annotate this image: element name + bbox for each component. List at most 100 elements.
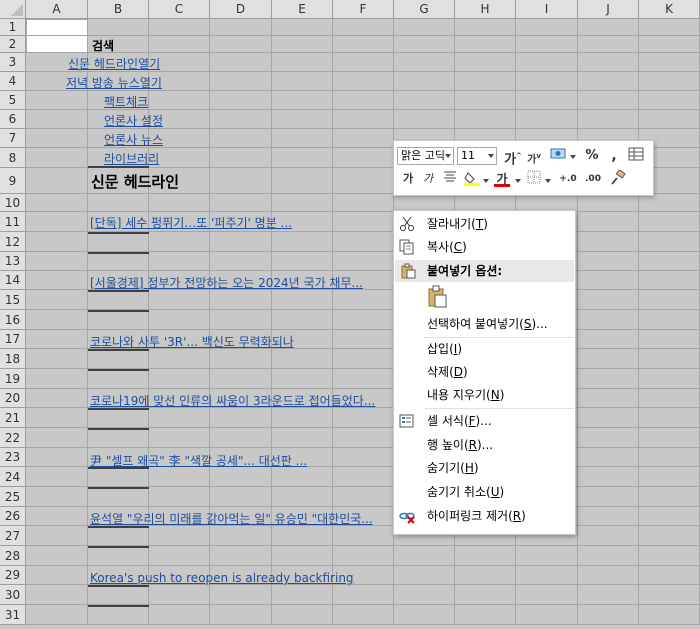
cell[interactable] [26, 290, 88, 310]
cell[interactable] [272, 526, 333, 546]
cell[interactable] [26, 252, 88, 271]
cell-b20-link[interactable]: 코로나19에 맞선 인류의 싸움이 3라운드로 접어들었다... [90, 394, 375, 408]
grow-font-button[interactable]: 가^ [504, 147, 522, 167]
cell[interactable] [210, 53, 272, 72]
cell[interactable] [210, 110, 272, 129]
cell[interactable] [333, 194, 394, 212]
cell[interactable] [639, 271, 700, 290]
chevron-down-icon[interactable] [515, 179, 521, 183]
cell[interactable] [210, 369, 272, 389]
cell[interactable] [26, 148, 88, 168]
row-header-1[interactable]: 1 [0, 19, 26, 36]
align-center-button[interactable] [441, 170, 459, 188]
cell[interactable] [578, 428, 639, 448]
cell[interactable] [272, 129, 333, 148]
cell[interactable] [516, 91, 578, 110]
cell[interactable] [272, 310, 333, 330]
spreadsheet-grid[interactable]: ABCDEFGHIJK 1 2 3 4 5 6 7 8 9 10 11 12 13 14 15 16 17 18 1… [0, 0, 700, 629]
cell[interactable] [26, 605, 88, 625]
row-header-7[interactable]: 7 [0, 129, 26, 148]
cell[interactable] [333, 129, 394, 148]
cell[interactable] [210, 252, 272, 271]
cell[interactable] [394, 566, 455, 585]
cell[interactable] [333, 330, 394, 349]
cell[interactable] [639, 448, 700, 467]
cell[interactable] [272, 194, 333, 212]
cell[interactable] [455, 566, 516, 585]
cell[interactable] [210, 428, 272, 448]
column-header-a[interactable]: A [26, 0, 88, 19]
cell[interactable] [639, 252, 700, 271]
cell[interactable] [333, 252, 394, 271]
cell[interactable] [26, 91, 88, 110]
cell[interactable] [26, 448, 88, 467]
cell[interactable] [272, 53, 333, 72]
cell[interactable] [26, 566, 88, 585]
row-header-30[interactable]: 30 [0, 585, 26, 605]
cell[interactable] [272, 408, 333, 428]
cell[interactable] [149, 310, 210, 330]
cell[interactable] [333, 72, 394, 91]
cell[interactable] [639, 428, 700, 448]
font-size-dropdown[interactable]: 11 [457, 147, 497, 165]
row-header-20[interactable]: 20 [0, 389, 26, 408]
row-header-8[interactable]: 8 [0, 148, 26, 168]
cell[interactable] [578, 271, 639, 290]
cell[interactable] [578, 467, 639, 487]
cell[interactable] [639, 467, 700, 487]
row-header-10[interactable]: 10 [0, 194, 26, 212]
cell[interactable] [333, 36, 394, 53]
row-header-31[interactable]: 31 [0, 605, 26, 625]
column-header-g[interactable]: G [394, 0, 455, 19]
cell[interactable] [578, 19, 639, 36]
cell[interactable] [26, 546, 88, 566]
borders-button[interactable] [525, 170, 543, 188]
menu-item-copy[interactable]: 복사(C) [394, 236, 575, 258]
cell[interactable] [333, 168, 394, 194]
column-header-e[interactable]: E [272, 0, 333, 19]
cell[interactable] [333, 408, 394, 428]
cell[interactable] [26, 110, 88, 129]
cell[interactable] [333, 605, 394, 625]
cell[interactable] [578, 566, 639, 585]
cell[interactable] [210, 467, 272, 487]
cell[interactable] [639, 585, 700, 605]
cell[interactable] [516, 36, 578, 53]
menu-item-remove-hyperlink[interactable]: 하이퍼링크 제거(R) [394, 505, 575, 527]
row-header-24[interactable]: 24 [0, 467, 26, 487]
cell[interactable] [516, 19, 578, 36]
cell[interactable] [149, 290, 210, 310]
cell[interactable] [149, 252, 210, 271]
cell[interactable] [88, 369, 149, 389]
cell[interactable] [149, 428, 210, 448]
cell-b7-link[interactable]: 언론사 뉴스 [104, 133, 163, 147]
accounting-format-button[interactable] [548, 147, 570, 165]
fill-color-button[interactable] [463, 170, 481, 188]
cell[interactable] [639, 36, 700, 53]
cell[interactable] [333, 91, 394, 110]
cell[interactable] [394, 36, 455, 53]
menu-item-paste-special[interactable]: 선택하여 붙여넣기(S)... [394, 313, 575, 335]
row-header-22[interactable]: 22 [0, 428, 26, 448]
cell[interactable] [149, 232, 210, 252]
row-header-3[interactable]: 3 [0, 53, 26, 72]
cell[interactable] [455, 585, 516, 605]
row-header-25[interactable]: 25 [0, 487, 26, 507]
decrease-decimal-button[interactable]: .00 [582, 170, 604, 188]
cell[interactable] [149, 19, 210, 36]
cell[interactable] [26, 487, 88, 507]
cell[interactable] [272, 290, 333, 310]
format-painter-table-button[interactable] [627, 147, 645, 165]
row-header-12[interactable]: 12 [0, 232, 26, 252]
comma-style-button[interactable]: , [605, 147, 623, 165]
menu-item-delete[interactable]: 삭제(D) [394, 361, 575, 383]
cell[interactable] [88, 408, 149, 428]
cell[interactable] [210, 194, 272, 212]
cell[interactable] [639, 507, 700, 526]
row-header-18[interactable]: 18 [0, 349, 26, 369]
cell[interactable] [639, 369, 700, 389]
row-header-23[interactable]: 23 [0, 448, 26, 467]
font-name-dropdown[interactable]: 맑은 고딕 [397, 147, 454, 165]
row-header-2[interactable]: 2 [0, 36, 26, 53]
cell[interactable] [26, 507, 88, 526]
